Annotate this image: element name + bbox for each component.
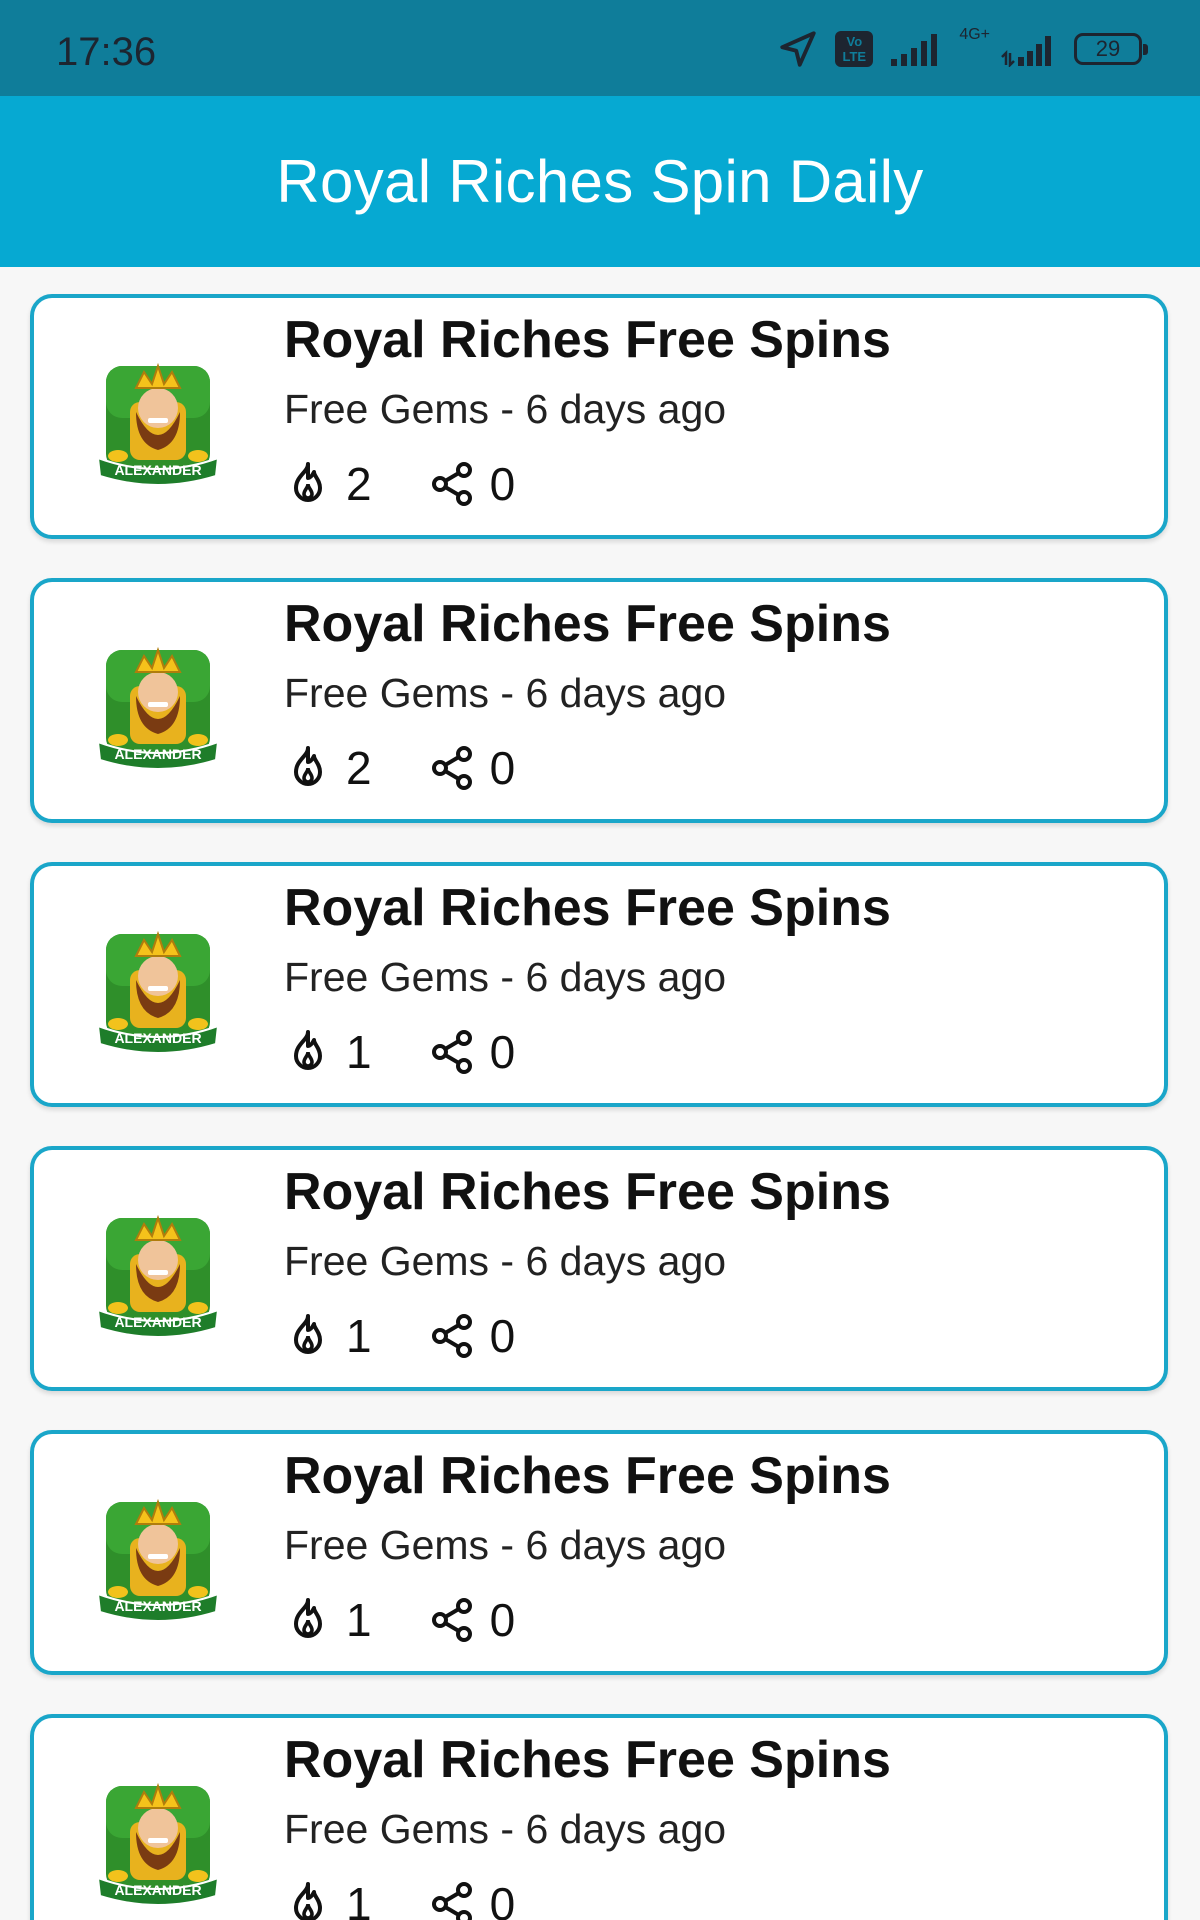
flame-icon bbox=[294, 1882, 322, 1920]
item-stats: 1 0 bbox=[284, 1022, 571, 1082]
item-title: Royal Riches Free Spins bbox=[284, 879, 891, 937]
thumb-label: ALEXANDER bbox=[114, 462, 201, 478]
item-title: Royal Riches Free Spins bbox=[284, 595, 891, 653]
king-avatar-icon: ALEXANDER bbox=[96, 646, 220, 770]
share-count: 0 bbox=[489, 1026, 516, 1078]
share-icon bbox=[431, 1598, 472, 1642]
status-bar: 17:36 Vo LTE 4G+ 29 bbox=[0, 0, 1200, 96]
flame-icon bbox=[294, 1314, 322, 1354]
location-arrow-icon bbox=[780, 31, 816, 67]
thumb-label: ALEXANDER bbox=[114, 1314, 201, 1330]
list-item[interactable]: ALEXANDER Royal Riches Free Spins Free G… bbox=[30, 578, 1168, 823]
thumb-label: ALEXANDER bbox=[114, 1030, 201, 1046]
list-item[interactable]: ALEXANDER Royal Riches Free Spins Free G… bbox=[30, 294, 1168, 539]
item-title: Royal Riches Free Spins bbox=[284, 311, 891, 369]
share-icon bbox=[431, 746, 472, 790]
like-stat[interactable]: 1 bbox=[284, 1877, 372, 1920]
app-bar: Royal Riches Spin Daily bbox=[0, 96, 1200, 267]
item-subtitle: Free Gems - 6 days ago bbox=[284, 1238, 727, 1284]
share-count: 0 bbox=[489, 1878, 516, 1920]
network-type-label: 4G+ bbox=[959, 26, 990, 43]
item-subtitle: Free Gems - 6 days ago bbox=[284, 670, 727, 716]
item-stats: 1 0 bbox=[284, 1590, 571, 1650]
share-stat[interactable]: 0 bbox=[428, 741, 516, 795]
like-count: 1 bbox=[346, 1594, 372, 1646]
list-item[interactable]: ALEXANDER Royal Riches Free Spins Free G… bbox=[30, 1714, 1168, 1920]
flame-icon bbox=[294, 746, 322, 786]
king-avatar-icon: ALEXANDER bbox=[96, 362, 220, 486]
item-stats: 1 0 bbox=[284, 1874, 571, 1920]
like-count: 1 bbox=[346, 1026, 372, 1078]
share-stat[interactable]: 0 bbox=[428, 1877, 516, 1920]
like-stat[interactable]: 1 bbox=[284, 1593, 372, 1647]
share-stat[interactable]: 0 bbox=[428, 1025, 516, 1079]
share-count: 0 bbox=[489, 1594, 516, 1646]
share-stat[interactable]: 0 bbox=[428, 457, 516, 511]
item-stats: 1 0 bbox=[284, 1306, 571, 1366]
thumb-label: ALEXANDER bbox=[114, 1598, 201, 1614]
list-item[interactable]: ALEXANDER Royal Riches Free Spins Free G… bbox=[30, 1430, 1168, 1675]
like-count: 1 bbox=[346, 1878, 372, 1920]
item-stats: 2 0 bbox=[284, 738, 571, 798]
item-stats: 2 0 bbox=[284, 454, 571, 514]
battery-icon: 29 bbox=[1074, 33, 1148, 65]
share-count: 0 bbox=[489, 742, 516, 794]
item-title: Royal Riches Free Spins bbox=[284, 1447, 891, 1505]
king-avatar-icon: ALEXANDER bbox=[96, 930, 220, 1054]
share-stat[interactable]: 0 bbox=[428, 1593, 516, 1647]
share-count: 0 bbox=[489, 1310, 516, 1362]
flame-icon bbox=[294, 1598, 322, 1638]
share-icon bbox=[431, 1314, 472, 1358]
status-icons: Vo LTE 4G+ 29 bbox=[777, 26, 1148, 72]
share-icon bbox=[431, 462, 472, 506]
like-count: 2 bbox=[346, 742, 372, 794]
signal-4g-icon bbox=[1001, 36, 1051, 67]
thumb-label: ALEXANDER bbox=[114, 746, 201, 762]
spin-list[interactable]: ALEXANDER Royal Riches Free Spins Free G… bbox=[0, 267, 1200, 1920]
status-time: 17:36 bbox=[56, 30, 157, 74]
volte-icon: Vo LTE bbox=[835, 31, 874, 67]
share-stat[interactable]: 0 bbox=[428, 1309, 516, 1363]
share-count: 0 bbox=[489, 458, 516, 510]
item-subtitle: Free Gems - 6 days ago bbox=[284, 1806, 727, 1852]
list-item[interactable]: ALEXANDER Royal Riches Free Spins Free G… bbox=[30, 862, 1168, 1107]
king-avatar-icon: ALEXANDER bbox=[96, 1214, 220, 1338]
item-subtitle: Free Gems - 6 days ago bbox=[284, 1522, 727, 1568]
thumb-label: ALEXANDER bbox=[114, 1882, 201, 1898]
like-stat[interactable]: 2 bbox=[284, 741, 372, 795]
item-title: Royal Riches Free Spins bbox=[284, 1731, 891, 1789]
list-item[interactable]: ALEXANDER Royal Riches Free Spins Free G… bbox=[30, 1146, 1168, 1391]
item-subtitle: Free Gems - 6 days ago bbox=[284, 954, 727, 1000]
signal-icon bbox=[891, 34, 938, 66]
flame-icon bbox=[294, 1030, 322, 1070]
like-count: 2 bbox=[346, 458, 372, 510]
like-count: 1 bbox=[346, 1310, 372, 1362]
app-title: Royal Riches Spin Daily bbox=[276, 148, 924, 215]
like-stat[interactable]: 1 bbox=[284, 1309, 372, 1363]
like-stat[interactable]: 1 bbox=[284, 1025, 372, 1079]
king-avatar-icon: ALEXANDER bbox=[96, 1498, 220, 1622]
item-subtitle: Free Gems - 6 days ago bbox=[284, 386, 727, 432]
share-icon bbox=[431, 1882, 472, 1920]
flame-icon bbox=[294, 462, 322, 502]
item-title: Royal Riches Free Spins bbox=[284, 1163, 891, 1221]
like-stat[interactable]: 2 bbox=[284, 457, 372, 511]
share-icon bbox=[431, 1030, 472, 1074]
king-avatar-icon: ALEXANDER bbox=[96, 1782, 220, 1906]
